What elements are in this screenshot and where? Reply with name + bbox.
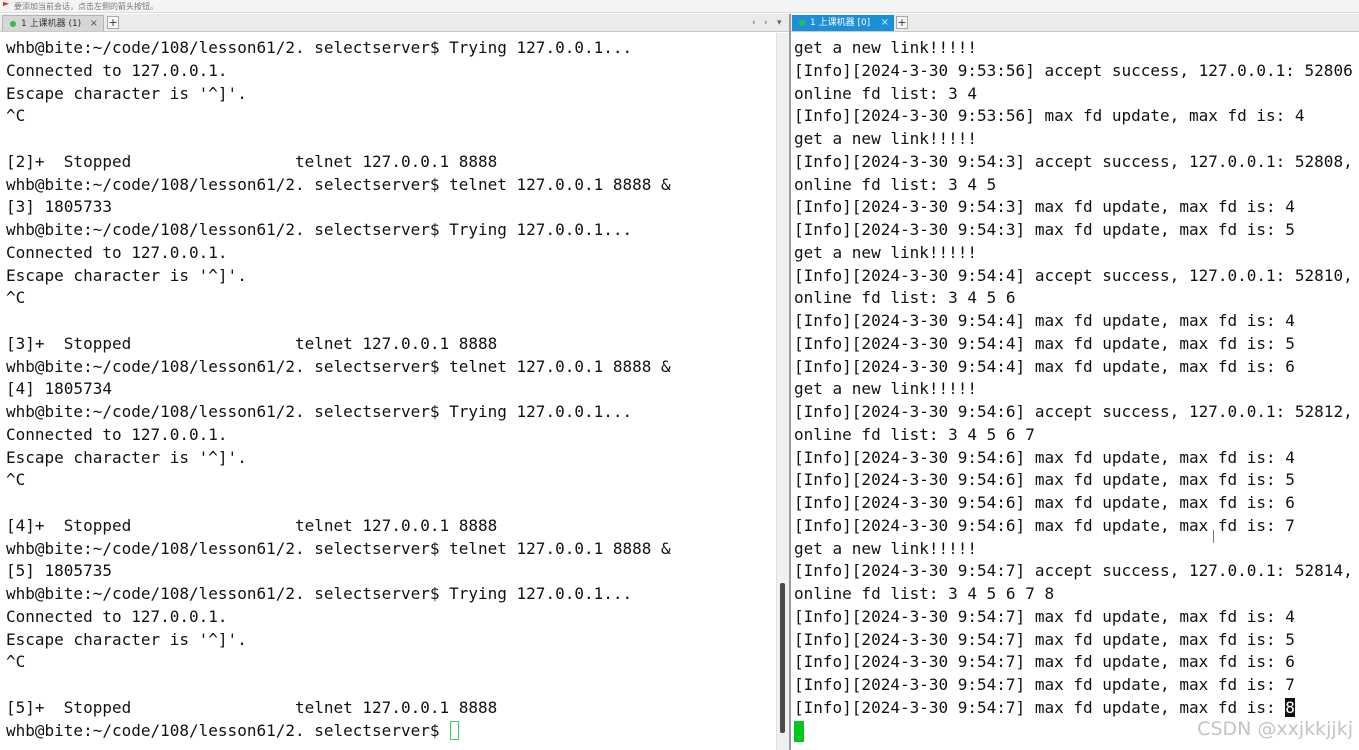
log-line: [Info][2024-3-30 9:54:7] max fd update, …	[794, 629, 1295, 649]
terminal-line: Connected to 127.0.0.1.	[6, 60, 228, 80]
terminal-line: Connected to 127.0.0.1.	[6, 424, 228, 444]
add-tab-button[interactable]: +	[107, 16, 119, 29]
log-line: [Info][2024-3-30 9:53:56] max fd update,…	[794, 106, 1305, 126]
terminal-line: [4] 1805734	[6, 379, 112, 399]
terminal-line: whb@bite:~/code/108/lesson61/2. selectse…	[6, 538, 671, 558]
flag-icon	[3, 2, 9, 7]
tab-session-right[interactable]: 1 上课机器 [0] ×	[792, 15, 894, 31]
terminal-line: whb@bite:~/code/108/lesson61/2. selectse…	[6, 38, 633, 57]
terminal-output: get a new link!!!!! [Info][2024-3-30 9:53…	[794, 37, 1353, 720]
left-tab-bar: 1 上课机器 (1) × + ‹ › ▾	[0, 14, 789, 32]
right-tab-bar: 1 上课机器 [0] × +	[791, 14, 1359, 32]
terminal-line: Escape character is '^]'.	[6, 447, 247, 467]
add-tab-button[interactable]: +	[896, 16, 908, 29]
session-hint-text: 要添加当前会话，点击左侧的箭头按钮。	[14, 2, 158, 11]
log-line: [Info][2024-3-30 9:54:6] max fd update, …	[794, 515, 1295, 535]
terminal-output: whb@bite:~/code/108/lesson61/2. selectse…	[6, 37, 671, 742]
log-line: [Info][2024-3-30 9:54:7] max fd update, …	[794, 697, 1353, 720]
terminal-line: whb@bite:~/code/108/lesson61/2. selectse…	[6, 220, 633, 239]
terminal-line: ^C	[6, 288, 26, 308]
scrollbar-thumb[interactable]	[780, 583, 785, 733]
terminal-prompt-line[interactable]: whb@bite:~/code/108/lesson61/2. selectse…	[6, 720, 671, 743]
selected-text: 8	[1285, 697, 1295, 717]
terminal-line: ^C	[6, 470, 26, 490]
log-line: [Info][2024-3-30 9:53:56] accept success…	[794, 60, 1353, 80]
tab-session-left[interactable]: 1 上课机器 (1) ×	[2, 15, 104, 31]
scroll-tabs-right-icon[interactable]: ›	[764, 15, 768, 31]
terminal-line: [4]+ Stopped telnet 127.0.0.1 8888	[6, 515, 498, 535]
scroll-tabs-left-icon[interactable]: ‹	[752, 15, 756, 31]
terminal-line: Escape character is '^]'.	[6, 83, 247, 103]
log-line: online fd list: 3 4 5 6 7	[794, 424, 1035, 444]
log-line: [Info][2024-3-30 9:54:6] max fd update, …	[794, 470, 1295, 490]
log-line: [Info][2024-3-30 9:54:3] accept success,…	[794, 151, 1353, 171]
watermark: CSDN @xxjkkjjkj	[1197, 718, 1353, 740]
log-line: [Info][2024-3-30 9:54:4] max fd update, …	[794, 356, 1295, 376]
log-line: [Info][2024-3-30 9:54:7] max fd update, …	[794, 675, 1295, 694]
terminal-line: [5] 1805735	[6, 561, 112, 581]
terminal-line: Escape character is '^]'.	[6, 265, 247, 285]
text-cursor	[450, 720, 460, 740]
terminal-line: [2]+ Stopped telnet 127.0.0.1 8888	[6, 151, 498, 171]
terminal-line: [3] 1805733	[6, 197, 112, 217]
log-line: [Info][2024-3-30 9:54:4] max fd update, …	[794, 311, 1295, 330]
log-line: [Info][2024-3-30 9:54:3] max fd update, …	[794, 197, 1295, 217]
terminal-line: Connected to 127.0.0.1.	[6, 606, 228, 626]
terminal-line: ^C	[6, 652, 26, 672]
log-line: [Info][2024-3-30 9:54:3] max fd update, …	[794, 220, 1295, 239]
connection-status-icon	[10, 21, 16, 27]
terminal-line: Escape character is '^]'.	[6, 629, 247, 649]
log-line: [Info][2024-3-30 9:54:4] max fd update, …	[794, 333, 1295, 353]
log-line: get a new link!!!!!	[794, 38, 978, 57]
terminal-line: ^C	[6, 106, 26, 126]
left-terminal-scrollbar[interactable]	[776, 33, 789, 750]
log-line: [Info][2024-3-30 9:54:6] accept success,…	[794, 402, 1353, 421]
log-line-text: [Info][2024-3-30 9:54:7] max fd update, …	[794, 697, 1286, 717]
terminal-line: whb@bite:~/code/108/lesson61/2. selectse…	[6, 174, 671, 194]
session-hint-bar: 要添加当前会话，点击左侧的箭头按钮。	[0, 0, 1359, 13]
close-icon[interactable]: ×	[90, 16, 98, 32]
tab-label: 1 上课机器 (1)	[21, 19, 82, 29]
terminal-line: [5]+ Stopped telnet 127.0.0.1 8888	[6, 697, 498, 717]
terminal-line: whb@bite:~/code/108/lesson61/2. selectse…	[6, 402, 633, 421]
log-line: online fd list: 3 4 5 6 7 8	[794, 584, 1055, 603]
right-terminal[interactable]: get a new link!!!!! [Info][2024-3-30 9:53…	[791, 33, 1359, 750]
mouse-ibeam-cursor	[1213, 530, 1214, 543]
close-icon[interactable]: ×	[881, 15, 889, 31]
terminal-line: Connected to 127.0.0.1.	[6, 242, 228, 262]
terminal-line: whb@bite:~/code/108/lesson61/2. selectse…	[6, 584, 633, 603]
log-line: [Info][2024-3-30 9:54:7] max fd update, …	[794, 606, 1295, 626]
log-line: [Info][2024-3-30 9:54:4] accept success,…	[794, 265, 1353, 285]
log-line: [Info][2024-3-30 9:54:6] max fd update, …	[794, 493, 1295, 512]
log-line: online fd list: 3 4 5 6	[794, 288, 1016, 308]
log-line: online fd list: 3 4 5	[794, 174, 997, 194]
tab-label: 1 上课机器 [0]	[810, 18, 871, 28]
log-line: get a new link!!!!!	[794, 538, 978, 558]
log-line: online fd list: 3 4	[794, 83, 978, 103]
terminal-line: [3]+ Stopped telnet 127.0.0.1 8888	[6, 333, 498, 353]
connection-status-icon	[799, 20, 805, 26]
terminal-cursor	[794, 720, 804, 742]
log-line: get a new link!!!!!	[794, 129, 978, 148]
log-line: get a new link!!!!!	[794, 379, 978, 399]
left-terminal[interactable]: whb@bite:~/code/108/lesson61/2. selectse…	[0, 33, 776, 750]
terminal-line: whb@bite:~/code/108/lesson61/2. selectse…	[6, 356, 671, 376]
shell-prompt: whb@bite:~/code/108/lesson61/2. selectse…	[6, 720, 450, 740]
log-line: [Info][2024-3-30 9:54:7] max fd update, …	[794, 652, 1295, 672]
tab-menu-icon[interactable]: ▾	[777, 15, 782, 31]
log-line: [Info][2024-3-30 9:54:7] accept success,…	[794, 561, 1353, 581]
log-line: [Info][2024-3-30 9:54:6] max fd update, …	[794, 447, 1295, 467]
log-line: get a new link!!!!!	[794, 242, 978, 262]
